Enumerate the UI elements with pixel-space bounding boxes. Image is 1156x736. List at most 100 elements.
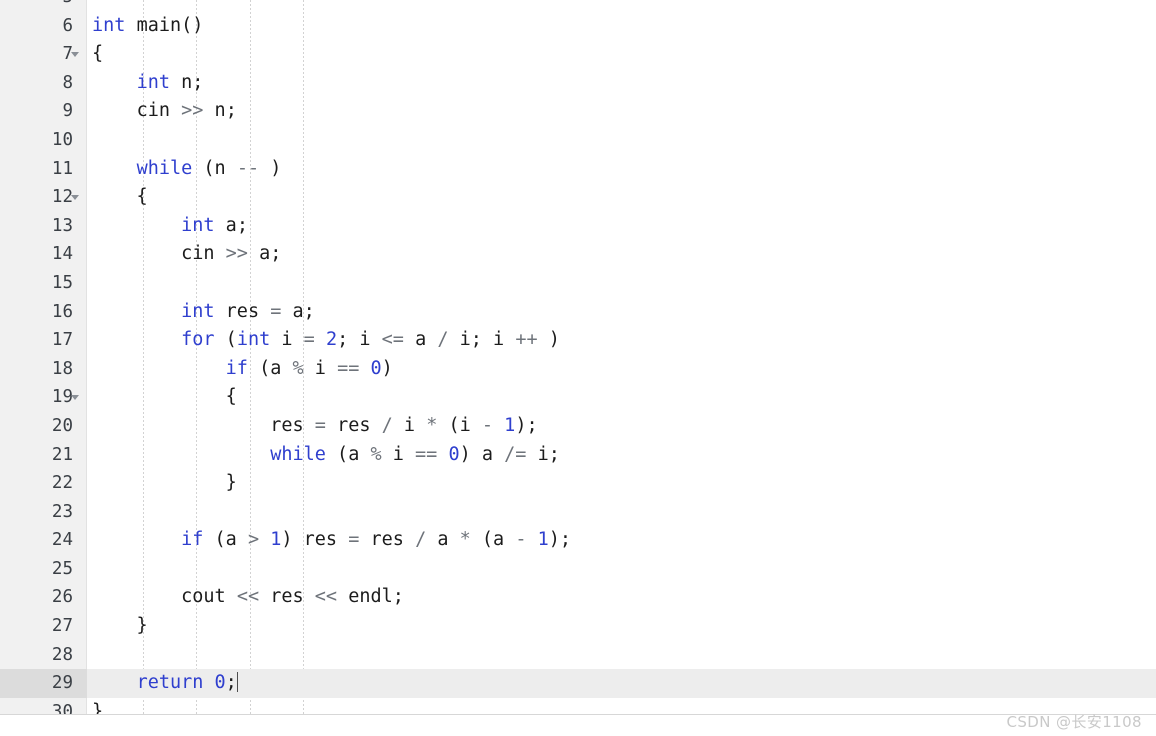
code-token-pun: ; [236, 214, 248, 236]
code-line[interactable]: 23 [0, 498, 1156, 527]
line-content[interactable]: } [87, 698, 1156, 714]
code-line[interactable]: 9 cin >> n; [0, 97, 1156, 126]
code-token-id: i [314, 357, 326, 379]
line-number: 14 [51, 244, 73, 265]
code-token-pun [170, 72, 181, 93]
line-content[interactable] [87, 498, 1156, 527]
line-content[interactable] [87, 126, 1156, 155]
code-line[interactable]: 21 while (a % i == 0) a /= i; [0, 441, 1156, 470]
code-token-pun: ( [470, 529, 494, 551]
code-token-id: a [348, 443, 360, 465]
code-token-id: a [493, 529, 505, 551]
code-token-op: = [314, 414, 326, 436]
code-token-id: main [136, 14, 182, 36]
line-number: 21 [51, 444, 73, 465]
code-token-op: <= [381, 329, 404, 351]
code-line[interactable]: 27 } [0, 612, 1156, 641]
code-line[interactable]: 30} [0, 698, 1156, 714]
line-content[interactable]: int n; [87, 69, 1156, 98]
code-token-pun [92, 329, 181, 350]
line-content[interactable] [87, 641, 1156, 670]
line-content[interactable]: cin >> n; [87, 97, 1156, 126]
line-content[interactable]: { [87, 40, 1156, 69]
line-content[interactable]: } [87, 612, 1156, 641]
code-token-pun: { [92, 43, 104, 65]
fold-chevron-down-icon[interactable] [68, 40, 82, 69]
code-line[interactable]: 10 [0, 126, 1156, 155]
code-line[interactable]: 29 return 0; [0, 669, 1156, 698]
code-line-list[interactable]: 56int main()7{8 int n;9 cin >> n; 10 11 wh… [0, 0, 1156, 714]
code-token-pun [92, 243, 181, 264]
code-token-id: res [303, 529, 338, 551]
code-token-pun: ) [537, 329, 560, 351]
code-token-pun: ); [515, 414, 538, 436]
code-line[interactable]: 7{ [0, 40, 1156, 69]
code-token-pun [92, 529, 181, 550]
code-token-pun: { [92, 186, 148, 208]
code-line[interactable]: 25 [0, 555, 1156, 584]
code-token-pun: ( [203, 529, 226, 551]
code-token-pun [504, 329, 515, 350]
code-token-pun [259, 529, 270, 550]
code-token-op: - [515, 529, 527, 551]
code-editor[interactable]: 56int main()7{8 int n;9 cin >> n; 10 11 wh… [0, 0, 1156, 736]
code-line[interactable]: 11 while (n -- ) [0, 155, 1156, 184]
line-content[interactable] [87, 269, 1156, 298]
code-line[interactable]: 6 int main() [0, 12, 1156, 41]
line-content[interactable]: while (n -- ) [87, 155, 1156, 184]
code-line[interactable]: 14 cin >> a; [0, 240, 1156, 269]
code-line[interactable]: 19 { [0, 383, 1156, 412]
line-content[interactable] [87, 555, 1156, 584]
editor-surface[interactable]: 56int main()7{8 int n;9 cin >> n; 10 11 wh… [0, 0, 1156, 715]
fold-chevron-down-icon[interactable] [68, 183, 82, 212]
code-line[interactable]: 24 if (a > 1) res = res / a * (a - 1); [0, 526, 1156, 555]
code-token-pun: ) [459, 443, 482, 465]
line-content[interactable]: if (a > 1) res = res / a * (a - 1); [87, 526, 1156, 555]
line-content[interactable]: { [87, 383, 1156, 412]
code-line[interactable]: 15 [0, 269, 1156, 298]
line-content[interactable]: int main() [87, 12, 1156, 41]
line-content[interactable]: res = res / i * (i - 1); [87, 412, 1156, 441]
code-token-id: res [370, 529, 404, 551]
code-token-id: a [270, 357, 282, 379]
code-token-pun [237, 529, 248, 550]
line-content[interactable]: cin >> a; [87, 240, 1156, 269]
code-token-pun [359, 444, 370, 465]
line-content[interactable]: return 0; [87, 669, 1156, 698]
code-line[interactable]: 18 if (a % i == 0) [0, 355, 1156, 384]
code-token-pun: ; [270, 243, 282, 265]
code-line[interactable]: 12 { [0, 183, 1156, 212]
code-token-pun [226, 158, 237, 179]
code-line[interactable]: 16 int res = a; [0, 298, 1156, 327]
line-content[interactable]: } [87, 469, 1156, 498]
fold-chevron-down-icon[interactable] [68, 383, 82, 412]
code-line[interactable]: 5 [0, 0, 1156, 12]
code-token-kw: while [136, 157, 193, 179]
code-line[interactable]: 20 res = res / i * (i - 1); [0, 412, 1156, 441]
line-content[interactable]: cout << res << endl; [87, 583, 1156, 612]
code-token-op: / [381, 414, 393, 436]
code-token-pun [281, 358, 292, 379]
line-number: 26 [51, 587, 73, 608]
line-content[interactable]: { [87, 183, 1156, 212]
code-token-pun: () [181, 14, 204, 36]
code-token-id: a [437, 529, 449, 551]
line-number: 27 [51, 616, 73, 637]
code-line[interactable]: 13 int a; [0, 212, 1156, 241]
line-content[interactable] [87, 0, 1156, 12]
code-token-num: 0 [214, 672, 226, 694]
line-content[interactable]: int a; [87, 212, 1156, 241]
code-token-id: i [493, 329, 505, 351]
line-content[interactable]: if (a % i == 0) [87, 355, 1156, 384]
line-content[interactable]: for (int i = 2; i <= a / i; i ++ ) [87, 326, 1156, 355]
line-content[interactable]: while (a % i == 0) a /= i; [87, 441, 1156, 470]
code-line[interactable]: 8 int n; [0, 69, 1156, 98]
line-content[interactable]: int res = a; [87, 298, 1156, 327]
code-token-op: == [415, 443, 438, 465]
line-number: 10 [51, 129, 73, 150]
code-line[interactable]: 28 [0, 641, 1156, 670]
code-line[interactable]: 26 cout << res << endl; [0, 583, 1156, 612]
code-token-pun [259, 301, 270, 322]
code-line[interactable]: 22 } [0, 469, 1156, 498]
code-line[interactable]: 17 for (int i = 2; i <= a / i; i ++ ) [0, 326, 1156, 355]
